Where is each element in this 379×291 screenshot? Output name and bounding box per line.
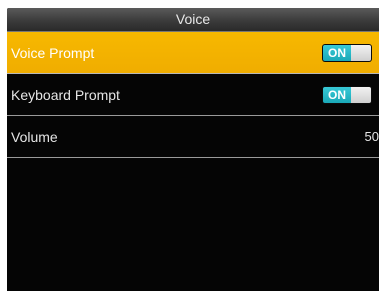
toggle-on-label: ON: [323, 45, 351, 61]
menu-item-label: Voice Prompt: [11, 45, 95, 61]
menu-item-label: Volume: [11, 129, 58, 145]
toggle-on-label: ON: [323, 87, 351, 103]
menu-item-volume[interactable]: Volume 50: [7, 116, 379, 158]
page-title: Voice: [7, 8, 379, 32]
toggle-knob: [351, 45, 371, 61]
toggle-knob: [351, 87, 371, 103]
voice-prompt-toggle[interactable]: ON: [322, 44, 372, 62]
volume-value: 50: [364, 129, 379, 144]
menu-item-voice-prompt[interactable]: Voice Prompt ON: [7, 32, 379, 74]
menu-item-label: Keyboard Prompt: [11, 87, 120, 103]
device-frame: Voice Voice Prompt ON Keyboard Prompt ON…: [0, 0, 379, 291]
keyboard-prompt-toggle[interactable]: ON: [322, 86, 372, 104]
menu-item-keyboard-prompt[interactable]: Keyboard Prompt ON: [7, 74, 379, 116]
screen: Voice Voice Prompt ON Keyboard Prompt ON…: [7, 8, 379, 291]
